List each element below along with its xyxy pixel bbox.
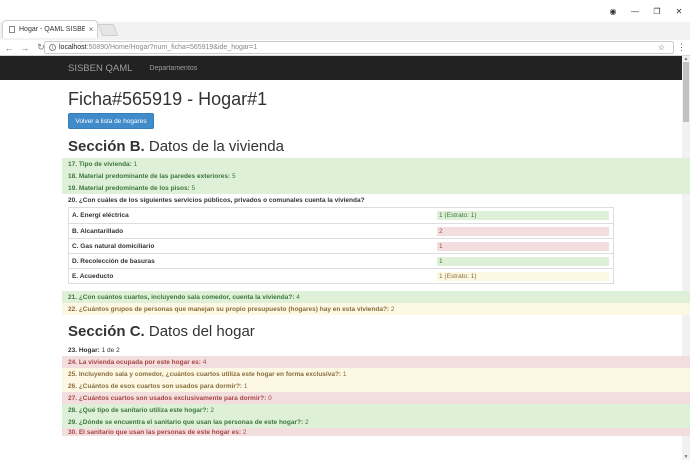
scroll-down-icon[interactable]: ▼ (682, 454, 690, 460)
service-row: E. Acueducto 1 (Estrato: 1) (69, 268, 613, 283)
browser-tab[interactable]: Hogar - QAML SISBEN × (2, 20, 98, 38)
forward-arrow-icon[interactable]: → (18, 41, 32, 55)
service-value: 1 (Estrato: 1) (437, 271, 609, 281)
page-favicon-icon (9, 26, 15, 33)
maximize-icon[interactable]: ❐ (646, 2, 668, 20)
services-table: A. Energí eléctrica 1 (Estrato: 1) B. Al… (68, 207, 614, 284)
navbar-brand[interactable]: SISBEN QAML (68, 63, 132, 74)
question-row-25: 25. Incluyendo sala y comedor, ¿cuántos … (62, 368, 690, 380)
service-label: D. Recolección de basuras (72, 257, 155, 265)
page-title: Ficha#565919 - Hogar#1 (68, 89, 268, 109)
section-c-label: Sección C. (68, 323, 145, 340)
site-info-icon[interactable]: i (49, 44, 56, 51)
tab-title: Hogar - QAML SISBEN (19, 26, 85, 33)
service-value: 1 (437, 256, 609, 266)
profile-icon[interactable]: ◉ (602, 2, 624, 20)
minimize-icon[interactable]: — (624, 2, 646, 20)
question-row-30: 30. El sanitario que usan las personas d… (62, 428, 690, 436)
question-row-29: 29. ¿Dónde se encuentra el sanitario que… (62, 416, 690, 428)
tab-bar: Hogar - QAML SISBEN × (0, 20, 690, 38)
service-row: B. Alcantarillado 2 (69, 223, 613, 238)
back-arrow-icon[interactable]: ← (2, 41, 16, 55)
service-label: E. Acueducto (72, 272, 114, 280)
bookmark-star-icon[interactable]: ☆ (658, 43, 665, 52)
page-bottom-area (0, 436, 682, 460)
section-b-title: Datos de la vivienda (148, 138, 284, 155)
new-tab-button[interactable] (97, 24, 119, 36)
url-input[interactable]: i localhost:50890/Home/Hogar?num_ficha=5… (44, 41, 674, 54)
service-value: 1 (Estrato: 1) (437, 211, 609, 220)
url-host: localhost (59, 44, 87, 51)
service-row: C. Gas natural domiciliario 1 (69, 238, 613, 253)
service-label: C. Gas natural domiciliario (72, 242, 155, 250)
question-row-27: 27. ¿Cuántos cuartos son usados exclusiv… (62, 392, 690, 404)
nav-link-departamentos[interactable]: Departamentos (149, 65, 197, 72)
question-row-18: 18. Material predominante de las paredes… (62, 170, 690, 182)
section-c-title: Datos del hogar (148, 323, 255, 340)
question-row-17: 17. Tipo de vivienda: 1 (62, 158, 690, 170)
close-tab-icon[interactable]: × (85, 25, 97, 34)
scrollbar-thumb[interactable] (683, 62, 689, 122)
window-close-icon[interactable]: ✕ (668, 2, 690, 20)
question-row-21: 21. ¿Con cuántos cuartos, incluyendo sal… (62, 291, 690, 303)
question-row-22: 22. ¿Cuántos grupos de personas que mane… (62, 303, 690, 315)
app-navbar: SISBEN QAML Departamentos (0, 56, 682, 80)
section-b-heading: Sección B. Datos de la vivienda (68, 138, 284, 155)
section-c-heading: Sección C. Datos del hogar (68, 323, 255, 340)
url-path: :50890/Home/Hogar?num_ficha=565919&ide_h… (86, 44, 258, 51)
question-row-23: 23. Hogar: 1 de 2 (68, 346, 120, 354)
browser-titlebar: ◉ — ❐ ✕ (0, 0, 690, 22)
address-bar: ← → ↻ i localhost:50890/Home/Hogar?num_f… (0, 40, 690, 56)
service-label: B. Alcantarillado (72, 227, 124, 235)
question-row-20: 20. ¿Con cuáles de los siguientes servic… (68, 196, 365, 204)
question-row-19: 19. Material predominante de los pisos: … (62, 182, 690, 194)
service-value: 2 (437, 226, 609, 236)
back-to-hogares-button[interactable]: Volver a lista de hogares (68, 113, 154, 129)
browser-menu-icon[interactable]: ⋮ (677, 42, 686, 53)
service-row: A. Energí eléctrica 1 (Estrato: 1) (69, 208, 613, 223)
service-value: 1 (437, 241, 609, 251)
service-label: A. Energí eléctrica (72, 212, 129, 219)
service-row: D. Recolección de basuras 1 (69, 253, 613, 268)
question-row-28: 28. ¿Qué tipo de sanitario utiliza este … (62, 404, 690, 416)
question-row-26: 26. ¿Cuántos de esos cuartos son usados … (62, 380, 690, 392)
section-b-label: Sección B. (68, 138, 145, 155)
question-row-24: 24. La vivienda ocupada por este hogar e… (62, 356, 690, 368)
